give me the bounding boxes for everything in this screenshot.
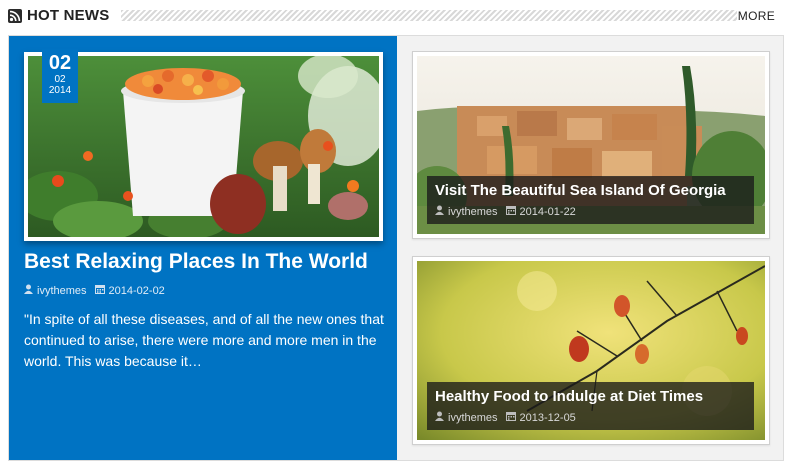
side-post-card[interactable]: Healthy Food to Indulge at Diet Times iv… xyxy=(412,256,770,445)
side-post-title[interactable]: Visit The Beautiful Sea Island Of Georgi… xyxy=(435,182,746,199)
side-post-meta: ivythemes 2013-12-05 xyxy=(435,411,746,424)
featured-meta: ivythemes 2014-02-02 xyxy=(24,284,165,297)
featured-title[interactable]: Best Relaxing Places In The World xyxy=(24,250,368,274)
featured-post: 02 02 2014 Best Relaxing Places In The W… xyxy=(9,36,397,460)
author-link[interactable]: ivythemes xyxy=(448,412,498,424)
post-date: 2014-01-22 xyxy=(519,205,576,218)
date-month: 02 xyxy=(54,74,66,85)
user-icon xyxy=(435,205,444,218)
more-link[interactable]: MORE xyxy=(738,9,775,23)
side-post-image[interactable]: Visit The Beautiful Sea Island Of Georgi… xyxy=(417,56,765,234)
news-panel: 02 02 2014 Best Relaxing Places In The W… xyxy=(8,35,784,461)
calendar-icon xyxy=(505,411,516,424)
author-link[interactable]: ivythemes xyxy=(37,285,87,297)
author-link[interactable]: ivythemes xyxy=(448,206,498,218)
section-title: HOT NEWS xyxy=(27,7,110,24)
post-date: 2013-12-05 xyxy=(519,411,576,424)
user-icon xyxy=(24,284,33,297)
side-post-title[interactable]: Healthy Food to Indulge at Diet Times xyxy=(435,388,746,405)
calendar-icon xyxy=(505,205,516,218)
date-year: 2014 xyxy=(48,85,72,96)
title-divider xyxy=(121,10,737,21)
date-day: 02 xyxy=(48,52,72,74)
post-caption: Visit The Beautiful Sea Island Of Georgi… xyxy=(427,176,754,224)
section-header: HOT NEWS MORE xyxy=(8,6,783,26)
post-date: 2014-02-02 xyxy=(108,284,165,297)
featured-excerpt: "In spite of all these diseases, and of … xyxy=(24,311,384,369)
rss-icon[interactable] xyxy=(8,9,22,23)
calendar-icon xyxy=(94,284,105,297)
date-badge: 02 02 2014 xyxy=(42,49,78,103)
post-caption: Healthy Food to Indulge at Diet Times iv… xyxy=(427,382,754,430)
side-post-card[interactable]: Visit The Beautiful Sea Island Of Georgi… xyxy=(412,51,770,239)
side-post-meta: ivythemes 2014-01-22 xyxy=(435,205,746,218)
side-post-image[interactable]: Healthy Food to Indulge at Diet Times iv… xyxy=(417,261,765,440)
user-icon xyxy=(435,411,444,424)
